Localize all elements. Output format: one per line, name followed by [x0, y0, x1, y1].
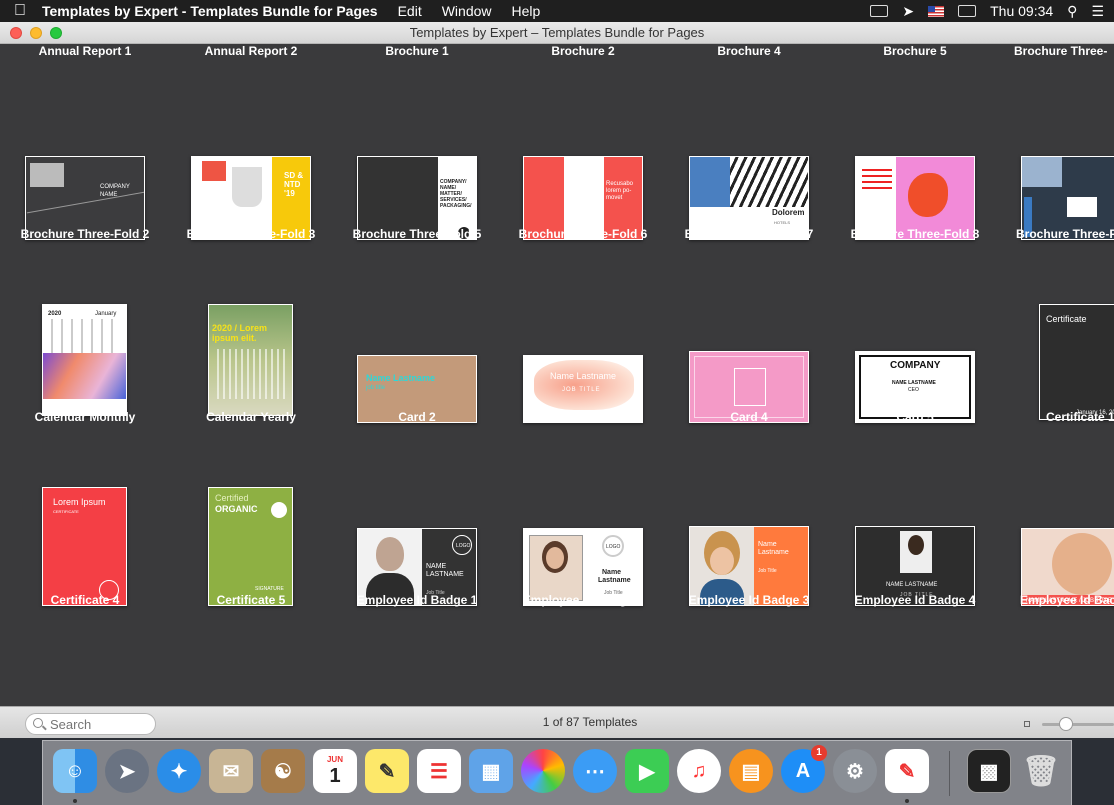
launchpad-icon[interactable]: ➤	[105, 749, 149, 793]
trash-icon[interactable]: 🗑	[1019, 749, 1063, 793]
finder-running-dot	[73, 799, 77, 803]
template-label[interactable]: Brochure Three-Fold 3	[168, 227, 334, 241]
template-label[interactable]: Brochure 1	[334, 44, 500, 58]
photos-icon[interactable]	[521, 749, 565, 793]
minimized-window-icon[interactable]: ▩	[967, 749, 1011, 793]
display-status-icon[interactable]	[870, 5, 889, 17]
safari-icon[interactable]: ✦	[157, 749, 201, 793]
zoom-button[interactable]	[50, 27, 62, 39]
small-thumbnail-icon	[1024, 721, 1030, 727]
calendar-month: JUN	[326, 755, 343, 764]
clock[interactable]: Thu 09:34	[990, 3, 1053, 19]
minimize-button[interactable]	[30, 27, 42, 39]
template-label[interactable]: Card 4	[666, 410, 832, 424]
template-thumbnail-certificate-5[interactable]: Certified ORGANIC SIGNATURE	[208, 487, 293, 606]
template-label[interactable]: Brochure Three-Fold 7	[666, 227, 832, 241]
photo-booth-icon[interactable]: ▦	[469, 749, 513, 793]
template-label[interactable]: Certificate 1	[998, 410, 1114, 424]
input-flag-icon[interactable]	[928, 5, 945, 17]
templates-running-dot	[905, 799, 909, 803]
template-count: 1 of 87 Templates	[542, 715, 638, 729]
menu-help[interactable]: Help	[512, 3, 541, 19]
spotlight-search-icon[interactable]: ⚲	[1067, 3, 1077, 20]
facetime-icon[interactable]: ▶	[625, 749, 669, 793]
contacts-icon[interactable]: ☯	[261, 749, 305, 793]
menu-bar:  Templates by Expert - Templates Bundle…	[0, 0, 1114, 22]
airplay-icon[interactable]: ➤	[902, 3, 914, 20]
template-label[interactable]: Brochure Three-Fold 5	[334, 227, 500, 241]
template-grid: Annual Report 1 Annual Report 2 Brochure…	[0, 44, 1114, 706]
templates-app-icon[interactable]: ✎	[885, 749, 929, 793]
template-label[interactable]: Calendar Monthly	[2, 410, 168, 424]
template-label[interactable]: Brochure Three-Fold 6	[500, 227, 666, 241]
slider-knob[interactable]	[1059, 717, 1073, 731]
template-label[interactable]: Calendar Yearly	[168, 410, 334, 424]
system-preferences-icon[interactable]: ⚙	[833, 749, 877, 793]
template-label[interactable]: Certificate 4	[2, 593, 168, 607]
calendar-day: 1	[329, 765, 341, 787]
menu-app-name[interactable]: Templates by Expert - Templates Bundle f…	[42, 3, 378, 19]
template-label[interactable]: Employee Id Bac	[998, 593, 1114, 607]
template-thumbnail-certificate-4[interactable]: Lorem Ipsum CERTIFICATE	[42, 487, 127, 606]
template-thumbnail-calendar-monthly[interactable]: 2020 January	[42, 304, 127, 416]
app-store-icon[interactable]: A 1	[781, 745, 827, 793]
screen-mirroring-icon[interactable]	[958, 5, 977, 17]
template-label[interactable]: Brochure Three-Fold 8	[832, 227, 998, 241]
template-label[interactable]: Brochure Three-F	[998, 227, 1114, 241]
template-label[interactable]: Brochure Three-	[998, 44, 1114, 58]
dock-divider	[949, 751, 950, 796]
app-store-badge: 1	[811, 745, 827, 761]
template-label[interactable]: Brochure 4	[666, 44, 832, 58]
template-label[interactable]: Certificate 5	[168, 593, 334, 607]
finder-icon[interactable]: ☺	[53, 749, 97, 793]
title-bar: Templates by Expert – Templates Bundle f…	[0, 22, 1114, 44]
template-label[interactable]: Card 3	[500, 410, 666, 424]
notification-center-icon[interactable]: ☰	[1091, 3, 1104, 20]
template-label[interactable]: Annual Report 1	[2, 44, 168, 58]
bottom-toolbar: 1 of 87 Templates	[0, 706, 1114, 738]
template-label[interactable]: Brochure 2	[500, 44, 666, 58]
menu-edit[interactable]: Edit	[398, 3, 422, 19]
reminders-icon[interactable]: ☰	[417, 749, 461, 793]
template-label[interactable]: Brochure 5	[832, 44, 998, 58]
app-window: Templates by Expert – Templates Bundle f…	[0, 22, 1114, 738]
template-label[interactable]: Employee Id Badge 3	[666, 593, 832, 607]
template-thumbnail-calendar-yearly[interactable]: 2020 / Lorem ipsum elit.	[208, 304, 293, 416]
notes-icon[interactable]: ✎	[365, 749, 409, 793]
template-label[interactable]: Card 5	[832, 410, 998, 424]
template-label[interactable]: Employee Id Badge 4	[832, 593, 998, 607]
template-thumbnail-certificate-1[interactable]: Certificate January 16, 20	[1039, 304, 1114, 420]
menu-window[interactable]: Window	[442, 3, 492, 19]
template-label[interactable]: Card 2	[334, 410, 500, 424]
template-label[interactable]: Annual Report 2	[168, 44, 334, 58]
calendar-icon[interactable]: JUN 1	[313, 749, 357, 793]
dock: ☺ ➤ ✦ ✉ ☯ JUN 1 ✎ ☰ ▦ ⋯ ▶ ♫ ▤ A 1 ⚙ ✎ ▩ …	[42, 740, 1072, 805]
thumbnail-size-slider[interactable]	[1042, 723, 1114, 726]
mail-stamp-icon[interactable]: ✉	[209, 749, 253, 793]
apple-menu-icon[interactable]: 	[14, 2, 42, 20]
close-button[interactable]	[10, 27, 22, 39]
template-label[interactable]: Employee Id Badge 2	[500, 593, 666, 607]
messages-icon[interactable]: ⋯	[573, 749, 617, 793]
ibooks-icon[interactable]: ▤	[729, 749, 773, 793]
template-label[interactable]: Employee Id Badge 1	[334, 593, 500, 607]
window-title: Templates by Expert – Templates Bundle f…	[409, 25, 705, 40]
template-label[interactable]: Brochure Three-Fold 2	[2, 227, 168, 241]
itunes-icon[interactable]: ♫	[677, 749, 721, 793]
